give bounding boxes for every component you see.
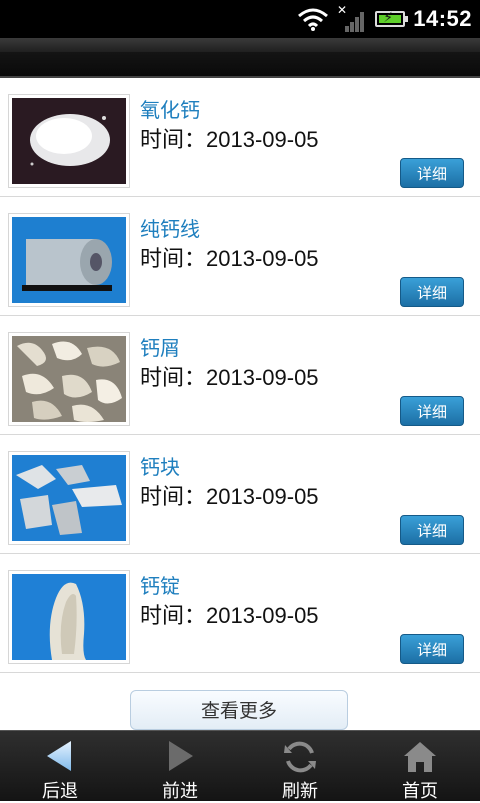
product-list: 氧化钙 时间：2013-09-05 详细 纯钙线 时间：2013-09-05 详… (0, 78, 480, 673)
nav-forward-button[interactable]: 前进 (120, 731, 240, 802)
back-arrow-icon (47, 741, 71, 771)
product-thumbnail[interactable] (8, 94, 130, 188)
nav-label: 后退 (42, 781, 78, 802)
nav-label: 刷新 (282, 781, 318, 802)
nav-label: 前进 (162, 781, 198, 802)
load-more-button[interactable]: 查看更多 (130, 690, 348, 730)
detail-button[interactable]: 详细 (400, 158, 464, 188)
product-thumbnail[interactable] (8, 213, 130, 307)
signal-icon: ✕ (337, 4, 365, 32)
product-time: 时间：2013-09-05 (140, 365, 319, 390)
list-item[interactable]: 钙锭 时间：2013-09-05 详细 (0, 554, 480, 673)
product-time: 时间：2013-09-05 (140, 127, 319, 152)
product-thumbnail[interactable] (8, 451, 130, 545)
list-item[interactable]: 氧化钙 时间：2013-09-05 详细 (0, 78, 480, 197)
calcium-chips-image (12, 336, 126, 422)
battery-charging-icon: ⚡ (375, 10, 409, 27)
nav-back-button[interactable]: 后退 (0, 731, 120, 802)
title-bar (0, 38, 480, 78)
detail-button[interactable]: 详细 (400, 634, 464, 664)
product-thumbnail[interactable] (8, 332, 130, 426)
detail-button[interactable]: 详细 (400, 396, 464, 426)
calcium-ingot-image (12, 574, 126, 660)
cored-wire-coil-image (12, 217, 126, 303)
nav-home-button[interactable]: 首页 (360, 731, 480, 802)
product-title[interactable]: 钙屑 (140, 332, 180, 361)
list-item[interactable]: 钙屑 时间：2013-09-05 详细 (0, 316, 480, 435)
product-title[interactable]: 钙锭 (140, 570, 180, 599)
load-more-area: 查看更多 (0, 690, 480, 730)
detail-button[interactable]: 详细 (400, 277, 464, 307)
nav-refresh-button[interactable]: 刷新 (240, 731, 360, 802)
list-item[interactable]: 纯钙线 时间：2013-09-05 详细 (0, 197, 480, 316)
status-time: 14:52 (413, 6, 472, 31)
refresh-icon (284, 741, 316, 773)
product-title[interactable]: 纯钙线 (140, 213, 200, 242)
product-time: 时间：2013-09-05 (140, 603, 319, 628)
wifi-icon (298, 8, 329, 31)
calcium-oxide-image (12, 98, 126, 184)
product-title[interactable]: 钙块 (140, 451, 180, 480)
product-thumbnail[interactable] (8, 570, 130, 664)
status-bar: ✕ ⚡ 14:52 (0, 0, 480, 38)
calcium-lumps-image (12, 455, 126, 541)
bottom-nav-bar: 后退 前进 刷新 首页 (0, 730, 480, 802)
product-time: 时间：2013-09-05 (140, 246, 319, 271)
status-icons: ✕ ⚡ 14:52 (297, 0, 472, 38)
home-icon (404, 742, 436, 772)
product-title[interactable]: 氧化钙 (140, 94, 200, 123)
product-time: 时间：2013-09-05 (140, 484, 319, 509)
svg-text:✕: ✕ (337, 4, 347, 17)
nav-label: 首页 (402, 781, 438, 802)
forward-arrow-icon (169, 741, 193, 771)
list-item[interactable]: 钙块 时间：2013-09-05 详细 (0, 435, 480, 554)
detail-button[interactable]: 详细 (400, 515, 464, 545)
